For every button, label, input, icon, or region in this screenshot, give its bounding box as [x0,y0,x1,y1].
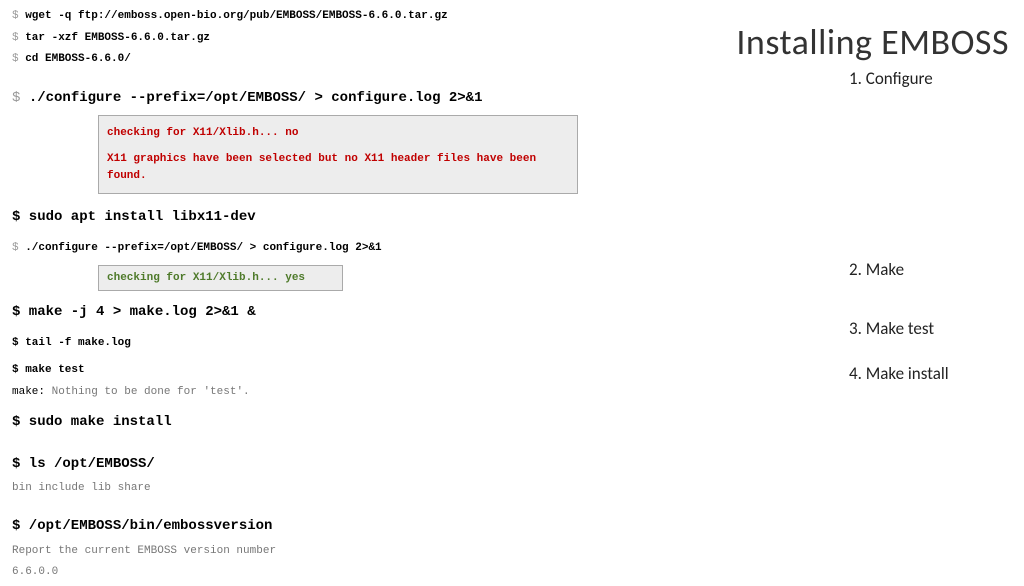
prompt: $ [12,90,29,106]
make-test-output: make: Nothing to be done for 'test'. [12,384,652,401]
prompt: $ [12,32,25,44]
cmd-text: tar -xzf EMBOSS-6.6.0.tar.gz [25,32,210,44]
ls-output: bin include lib share [12,480,652,497]
version-output-1: Report the current EMBOSS version number [12,543,652,560]
step-configure: 1. Configure [849,68,1009,89]
cmd-make-install: $ sudo make install [12,411,652,433]
version-output-2: 6.6.0.0 [12,564,652,581]
cmd-wget: $ wget -q ftp://emboss.open-bio.org/pub/… [12,8,652,25]
out-prefix: make: [12,386,45,398]
step-make-test: 3. Make test [849,318,1009,339]
prompt: $ [12,53,25,65]
cmd-configure-2: $ ./configure --prefix=/opt/EMBOSS/ > co… [12,240,652,257]
terminal-content: $ wget -q ftp://emboss.open-bio.org/pub/… [12,8,652,586]
error-box: checking for X11/Xlib.h... no X11 graphi… [98,115,578,195]
error-line: checking for X11/Xlib.h... no [107,125,569,142]
cmd-tar: $ tar -xzf EMBOSS-6.6.0.tar.gz [12,30,652,47]
cmd-make: $ make -j 4 > make.log 2>&1 & [12,301,652,323]
step-make: 2. Make [849,259,1009,280]
cmd-text: wget -q ftp://emboss.open-bio.org/pub/EM… [25,10,447,22]
cmd-tail: $ tail -f make.log [12,335,652,352]
prompt: $ [12,242,25,254]
out-text: Nothing to be done for 'test'. [45,386,250,398]
cmd-text: ./configure --prefix=/opt/EMBOSS/ > conf… [25,242,381,254]
cmd-text: $ make test [12,364,85,376]
cmd-cd: $ cd EMBOSS-6.6.0/ [12,51,652,68]
cmd-text: cd EMBOSS-6.6.0/ [25,53,131,65]
cmd-configure-1: $ ./configure --prefix=/opt/EMBOSS/ > co… [12,87,652,109]
cmd-apt-install: $ sudo apt install libx11-dev [12,206,652,228]
cmd-make-test: $ make test [12,362,652,379]
step-make-install: 4. Make install [849,363,1009,384]
slide-outline: Installing EMBOSS 1. Configure 2. Make 3… [659,20,1009,384]
cmd-text: ./configure --prefix=/opt/EMBOSS/ > conf… [29,90,483,106]
prompt: $ [12,10,25,22]
cmd-embossversion: $ /opt/EMBOSS/bin/embossversion [12,515,652,537]
page-title: Installing EMBOSS [659,20,1009,64]
success-box: checking for X11/Xlib.h... yes [98,265,343,291]
error-line: X11 graphics have been selected but no X… [107,151,569,184]
cmd-ls: $ ls /opt/EMBOSS/ [12,453,652,475]
